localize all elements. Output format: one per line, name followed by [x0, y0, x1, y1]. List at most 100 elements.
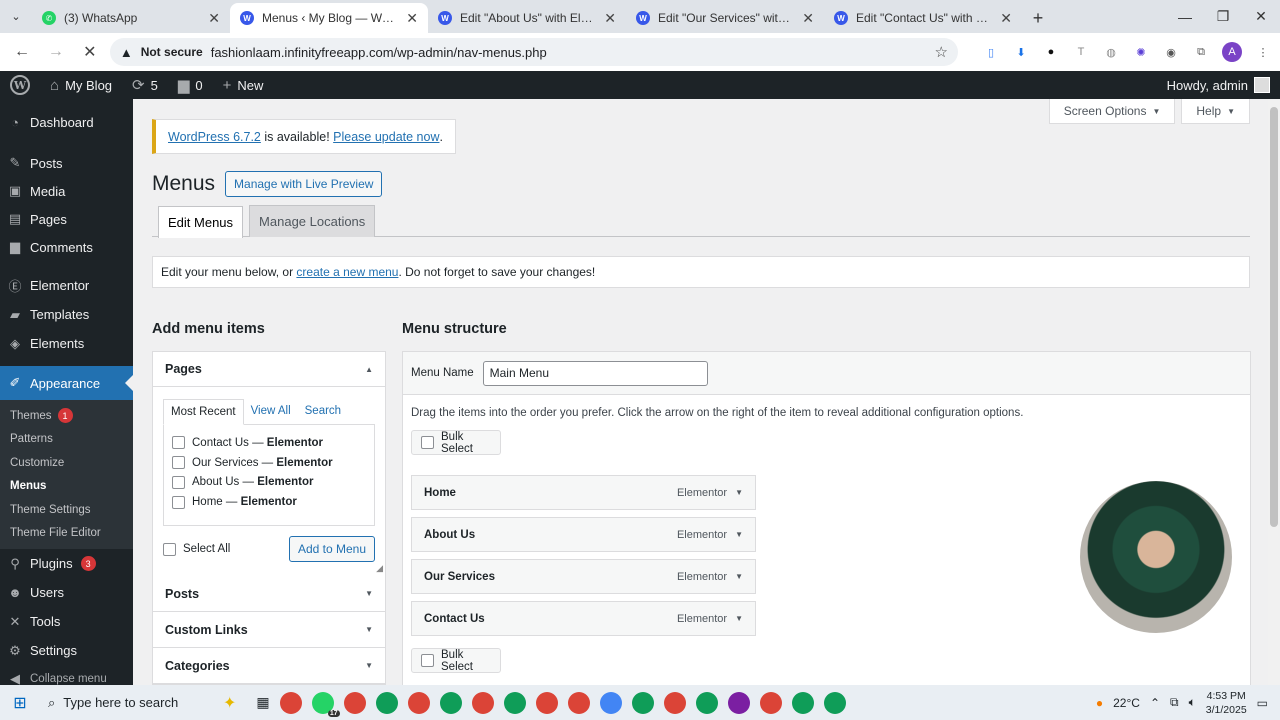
submenu-item-theme-settings[interactable]: Theme Settings: [0, 498, 133, 522]
chrome-icon[interactable]: [407, 691, 430, 714]
sidebar-item-templates[interactable]: ▰ Templates: [0, 300, 133, 329]
chrome-icon[interactable]: [343, 691, 366, 714]
location-icon[interactable]: ◉: [1162, 43, 1180, 61]
tab-most-recent[interactable]: Most Recent: [163, 399, 244, 425]
maximize-icon[interactable]: ❐: [1204, 8, 1242, 25]
tab-edit-about[interactable]: W Edit "About Us" with Elementor ✕: [428, 3, 626, 33]
submenu-item-theme-file-editor[interactable]: Theme File Editor: [0, 522, 133, 546]
page-checkbox[interactable]: [172, 475, 185, 489]
task-view-icon[interactable]: ▦: [256, 694, 269, 711]
select-all-checkbox[interactable]: [163, 542, 176, 556]
wordpress-version-link[interactable]: WordPress 6.7.2: [168, 130, 261, 144]
categories-section-header[interactable]: Categories ▼: [153, 648, 385, 684]
stop-loading-icon[interactable]: ✕: [76, 38, 104, 66]
menu-item-contact-us[interactable]: Contact Us Elementor ▼: [411, 601, 756, 636]
sidebar-item-dashboard[interactable]: ◔ Dashboard: [0, 105, 133, 139]
volume-icon[interactable]: 🔈︎: [1189, 695, 1196, 710]
chrome-icon[interactable]: [727, 691, 750, 714]
menu-item-about-us[interactable]: About Us Elementor ▼: [411, 517, 756, 552]
sidebar-item-settings[interactable]: ⚙ Settings: [0, 636, 133, 665]
submenu-item-customize[interactable]: Customize: [0, 451, 133, 475]
sidebar-item-appearance[interactable]: ✐ Appearance: [0, 366, 133, 400]
custom-links-section-header[interactable]: Custom Links ▼: [153, 612, 385, 648]
bookmark-star-icon[interactable]: ☆: [935, 43, 948, 61]
minimize-icon[interactable]: —: [1166, 9, 1204, 25]
chrome-icon[interactable]: [695, 691, 718, 714]
menu-item-home[interactable]: Home Elementor ▼: [411, 475, 756, 510]
whatsapp-app-icon[interactable]: 17: [311, 691, 340, 717]
sidebar-item-users[interactable]: ☻ Users: [0, 578, 133, 607]
close-window-icon[interactable]: ✕: [1242, 8, 1280, 25]
wp-logo-button[interactable]: W: [0, 71, 40, 99]
flower-icon[interactable]: ✺: [1132, 43, 1150, 61]
back-icon[interactable]: ←: [8, 38, 36, 66]
chrome-icon[interactable]: [823, 691, 846, 714]
extension-dark-icon[interactable]: ●: [1042, 43, 1060, 61]
tab-search[interactable]: Search: [298, 399, 348, 425]
sidebar-item-posts[interactable]: ✎ Posts: [0, 149, 133, 177]
add-to-menu-button[interactable]: Add to Menu: [288, 536, 375, 562]
notifications-icon[interactable]: ▭: [1257, 696, 1268, 710]
create-new-menu-link[interactable]: create a new menu: [296, 265, 398, 279]
text-icon[interactable]: T: [1072, 43, 1090, 61]
tab-menus[interactable]: W Menus ‹ My Blog — WordPress ✕: [230, 3, 428, 33]
pages-section-header[interactable]: Pages ▲: [153, 352, 385, 387]
sidebar-item-comments[interactable]: ▆ Comments: [0, 233, 133, 261]
puzzle-icon[interactable]: ⧉: [1192, 43, 1210, 61]
menu-name-input[interactable]: [482, 360, 708, 386]
forward-icon[interactable]: →: [42, 38, 70, 66]
close-icon[interactable]: ✕: [802, 10, 814, 27]
menu-item-our-services[interactable]: Our Services Elementor ▼: [411, 559, 756, 594]
chevron-up-icon[interactable]: ⌃: [1150, 696, 1160, 710]
tab-search-icon[interactable]: ⌄: [0, 0, 32, 33]
chrome-icon[interactable]: [471, 691, 494, 714]
tab-edit-services[interactable]: W Edit "Our Services" with Elementor ✕: [626, 3, 824, 33]
close-icon[interactable]: ✕: [208, 10, 220, 27]
tab-view-all[interactable]: View All: [244, 399, 298, 425]
caret-down-icon[interactable]: ▼: [735, 530, 743, 539]
tab-edit-contact[interactable]: W Edit "Contact Us" with Elementor ✕: [824, 3, 1022, 33]
docs-icon[interactable]: ▯: [982, 43, 1000, 61]
chrome-icon[interactable]: [599, 691, 622, 714]
close-icon[interactable]: ✕: [604, 10, 616, 27]
more-vert-icon[interactable]: ⋮: [1254, 43, 1272, 61]
chrome-icon[interactable]: [279, 691, 302, 714]
new-tab-button[interactable]: +: [1022, 3, 1054, 33]
bulk-select-bottom[interactable]: Bulk Select: [411, 648, 501, 673]
temperature[interactable]: 22°C: [1113, 696, 1140, 710]
taskbar-search[interactable]: ⌕ Type here to search: [40, 695, 225, 711]
sidebar-item-elements[interactable]: ◈ Elements: [0, 329, 133, 358]
download-icon[interactable]: ⬇: [1012, 43, 1030, 61]
windows-start-icon[interactable]: ⊞: [0, 693, 40, 713]
profile-avatar[interactable]: A: [1222, 42, 1242, 62]
tab-manage-locations[interactable]: Manage Locations: [249, 205, 376, 237]
updates-link[interactable]: ⟳ 5: [122, 71, 168, 99]
network-icon[interactable]: ⧉: [1170, 695, 1179, 710]
chrome-icon[interactable]: [439, 691, 462, 714]
caret-down-icon[interactable]: ▼: [735, 614, 743, 623]
sidebar-item-elementor[interactable]: Ⓔ Elementor: [0, 271, 133, 300]
submenu-item-menus[interactable]: Menus: [0, 475, 133, 499]
close-icon[interactable]: ✕: [406, 10, 418, 27]
submenu-item-themes[interactable]: Themes 1: [0, 404, 133, 428]
sparkle-icon[interactable]: ✦: [223, 693, 236, 713]
page-checkbox[interactable]: [172, 436, 185, 450]
url-field[interactable]: ▲ Not secure fashionlaam.infinityfreeapp…: [109, 38, 958, 66]
resize-grip-icon[interactable]: ◢: [376, 563, 383, 574]
bulk-select-top[interactable]: Bulk Select: [411, 430, 501, 455]
chrome-icon[interactable]: [791, 691, 814, 714]
tab-whatsapp[interactable]: ✆ (3) WhatsApp ✕: [32, 3, 230, 33]
help-button[interactable]: Help ▼: [1181, 99, 1250, 124]
sidebar-item-plugins[interactable]: ⚲ Plugins 3: [0, 549, 133, 578]
update-now-link[interactable]: Please update now: [333, 130, 439, 144]
account-menu[interactable]: Howdy, admin: [1167, 77, 1280, 93]
tab-edit-menus[interactable]: Edit Menus: [158, 206, 244, 238]
sidebar-item-media[interactable]: ▣ Media: [0, 177, 133, 205]
weather-icon[interactable]: ●: [1096, 696, 1103, 710]
sidebar-item-pages[interactable]: ▤ Pages: [0, 205, 133, 233]
chrome-icon[interactable]: [663, 691, 686, 714]
collapse-menu-button[interactable]: ◀ Collapse menu: [0, 665, 133, 685]
page-checkbox[interactable]: [172, 495, 185, 509]
site-name-link[interactable]: ⌂ My Blog: [40, 71, 122, 99]
clock[interactable]: 4:53 PM 3/1/2025: [1206, 689, 1247, 717]
